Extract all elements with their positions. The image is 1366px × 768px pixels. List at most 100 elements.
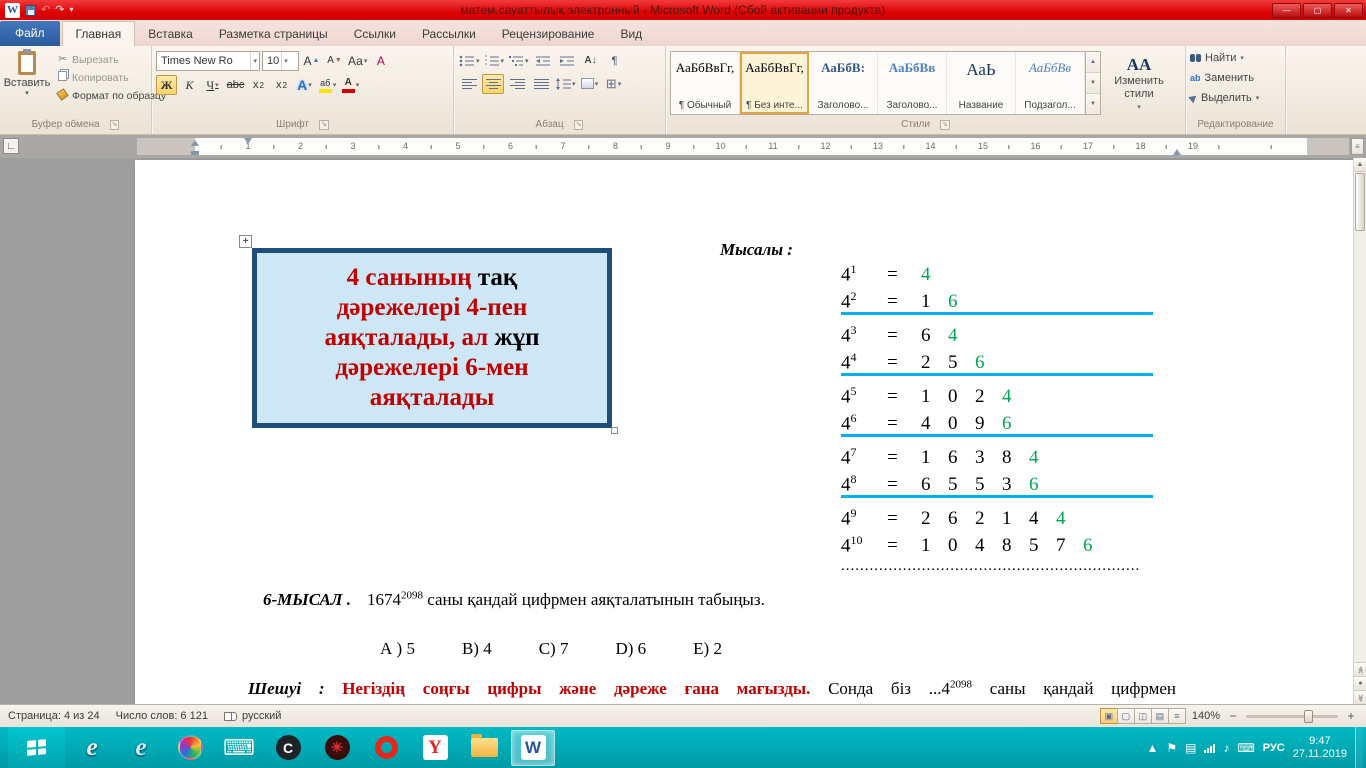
grow-font-button[interactable]: А▲ — [301, 51, 322, 71]
start-button[interactable] — [8, 727, 65, 768]
borders-button[interactable]: ⊞ ▾ — [603, 74, 625, 94]
styles-scroll-down-icon[interactable]: ▼ — [1086, 73, 1100, 94]
view-button-2[interactable]: ▢ — [1117, 708, 1135, 724]
hidden-icons-button[interactable]: ▲ — [1146, 741, 1158, 755]
callout-box[interactable]: + 4 санының тақдәрежелері 4-пенаяқталады… — [252, 248, 612, 428]
clear-formatting-button[interactable]: А — [370, 51, 391, 71]
increase-indent-button[interactable] — [556, 51, 578, 71]
italic-button[interactable]: К — [179, 75, 200, 95]
colorful-browser-icon[interactable] — [168, 730, 212, 766]
find-button[interactable]: Найти ▾ — [1190, 49, 1281, 66]
view-button-4[interactable]: ▤ — [1151, 708, 1169, 724]
ribbon-tab-2[interactable]: Главная — [62, 21, 136, 46]
ribbon-tab-3[interactable]: Вставка — [135, 22, 206, 46]
change-styles-button[interactable]: АА Изменить стили ▾ — [1101, 52, 1177, 114]
replace-button[interactable]: ab Заменить — [1190, 69, 1281, 86]
strikethrough-button[interactable]: abc — [225, 75, 246, 95]
horizontal-ruler[interactable]: 12345678910111213141516171819 — [137, 138, 1349, 155]
previous-page-icon[interactable]: ≪ — [1354, 662, 1366, 676]
language-indicator[interactable]: русский — [216, 705, 289, 727]
superscript-button[interactable]: х2 — [271, 75, 292, 95]
bold-button[interactable]: Ж — [156, 75, 177, 95]
style-item-6[interactable]: АаБбВвПодзагол... — [1016, 52, 1085, 114]
font-size-select[interactable]: 10 ▾ — [262, 51, 299, 71]
ruler-toggle-button[interactable]: ≡ — [1351, 138, 1364, 155]
styles-scroll-up-icon[interactable]: ▲ — [1086, 52, 1100, 73]
underline-button[interactable]: Ч▾ — [202, 75, 223, 95]
ribbon-tab-1[interactable]: Файл — [0, 21, 60, 46]
multilevel-list-button[interactable]: ▾ — [507, 51, 530, 71]
maximize-button[interactable]: ▢ — [1303, 3, 1332, 18]
red-emblem-app-icon[interactable]: ✳ — [315, 730, 359, 766]
first-line-indent-marker[interactable] — [244, 138, 252, 144]
font-color-button[interactable]: А ▾ — [340, 75, 361, 95]
ribbon-tab-8[interactable]: Вид — [607, 22, 655, 46]
hanging-indent-marker[interactable] — [191, 146, 199, 155]
display-icon[interactable]: ▤ — [1185, 741, 1196, 755]
ribbon-tab-6[interactable]: Рассылки — [409, 22, 489, 46]
decrease-indent-button[interactable] — [532, 51, 554, 71]
dark-c-app-icon[interactable]: C — [266, 730, 310, 766]
paragraph-dialog-launcher-icon[interactable]: ⇘ — [574, 120, 584, 130]
right-indent-marker[interactable] — [1173, 149, 1181, 155]
line-spacing-button[interactable]: ▾ — [554, 74, 577, 94]
change-case-button[interactable]: Аа▾ — [347, 51, 368, 71]
style-item-3[interactable]: АаБбВ:Заголово... — [809, 52, 878, 114]
font-family-select[interactable]: Times New Ro ▾ — [156, 51, 260, 71]
document-page[interactable]: + 4 санының тақдәрежелері 4-пенаяқталады… — [135, 160, 1355, 704]
style-item-2[interactable]: АаБбВвГг,¶ Без инте... — [740, 52, 809, 114]
numbering-button[interactable]: ▾ — [483, 51, 506, 71]
align-right-button[interactable] — [506, 74, 528, 94]
ribbon-tab-5[interactable]: Ссылки — [341, 22, 409, 46]
align-left-button[interactable] — [458, 74, 480, 94]
show-desktop-button[interactable] — [1355, 727, 1363, 768]
font-dialog-launcher-icon[interactable]: ⇘ — [319, 120, 329, 130]
style-item-5[interactable]: АаЬНазвание — [947, 52, 1016, 114]
close-button[interactable]: ✕ — [1334, 3, 1363, 18]
styles-dialog-launcher-icon[interactable]: ⇘ — [940, 120, 950, 130]
opera-icon[interactable] — [364, 730, 408, 766]
page-indicator[interactable]: Страница: 4 из 24 — [0, 705, 108, 727]
ribbon-tab-7[interactable]: Рецензирование — [489, 22, 608, 46]
style-item-4[interactable]: АаБбВвЗаголово... — [878, 52, 947, 114]
browse-object-icon[interactable]: ● — [1354, 676, 1366, 690]
highlight-color-button[interactable]: аб ▾ — [317, 75, 338, 95]
action-center-flag-icon[interactable]: ⚑ — [1166, 741, 1177, 755]
paste-button[interactable]: Вставить ▾ — [4, 49, 50, 117]
move-handle-icon[interactable]: + — [239, 235, 252, 248]
subscript-button[interactable]: х2 — [248, 75, 269, 95]
word-count[interactable]: Число слов: 6 121 — [108, 705, 216, 727]
show-marks-button[interactable]: ¶ — [604, 51, 626, 71]
zoom-out-button[interactable]: − — [1226, 709, 1240, 723]
zoom-slider[interactable] — [1246, 715, 1338, 718]
yandex-icon[interactable]: Y — [413, 730, 457, 766]
clipboard-dialog-launcher-icon[interactable]: ⇘ — [110, 120, 120, 130]
tab-selector-button[interactable]: ∟ — [3, 138, 19, 154]
language-switcher[interactable]: РУС — [1263, 742, 1285, 754]
text-effects-button[interactable]: А▾ — [294, 75, 315, 95]
vertical-scrollbar[interactable]: ▲ ≪ ● ≫ — [1353, 158, 1366, 704]
next-page-icon[interactable]: ≫ — [1354, 690, 1366, 704]
minimize-button[interactable]: — — [1272, 3, 1301, 18]
resize-handle[interactable] — [611, 427, 618, 434]
style-item-1[interactable]: АаБбВвГг,¶ Обычный — [671, 52, 740, 114]
scrollbar-thumb[interactable] — [1355, 173, 1365, 231]
undo-icon[interactable]: ↶ — [41, 3, 50, 17]
taskbar-clock[interactable]: 9:47 27.11.2019 — [1293, 735, 1347, 761]
view-button-3[interactable]: ◫ — [1134, 708, 1152, 724]
zoom-slider-thumb[interactable] — [1304, 710, 1313, 723]
shrink-font-button[interactable]: А▼ — [324, 51, 345, 71]
zoom-in-button[interactable]: + — [1344, 709, 1358, 723]
network-icon[interactable] — [1204, 743, 1215, 753]
select-button[interactable]: Выделить ▾ — [1190, 89, 1281, 106]
word-logo-icon[interactable]: W — [5, 3, 20, 18]
view-button-1[interactable]: ▣ — [1100, 708, 1118, 724]
bullets-button[interactable]: ▾ — [458, 51, 481, 71]
volume-icon[interactable]: ♪ — [1223, 741, 1229, 755]
ribbon-tab-4[interactable]: Разметка страницы — [206, 22, 341, 46]
styles-more-icon[interactable]: ▼ — [1086, 94, 1100, 114]
view-button-5[interactable]: ≡ — [1168, 708, 1186, 724]
browser-e-icon[interactable]: e — [119, 730, 163, 766]
zoom-level[interactable]: 140% — [1192, 710, 1220, 722]
align-center-button[interactable] — [482, 74, 504, 94]
